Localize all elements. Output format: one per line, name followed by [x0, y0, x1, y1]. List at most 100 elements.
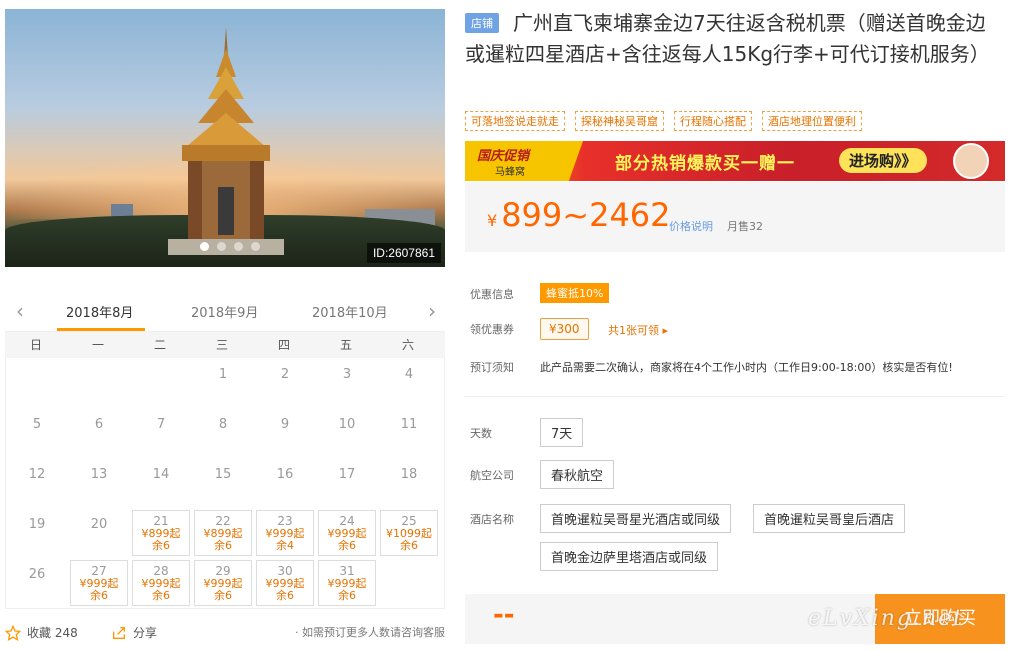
- carousel-dot[interactable]: [200, 242, 209, 251]
- day-number: 23: [277, 514, 293, 528]
- calendar-day: 16: [254, 458, 316, 508]
- airline-option[interactable]: 春秋航空: [540, 460, 615, 489]
- calendar-day: 6: [68, 408, 130, 458]
- feature-tag: 可落地签说走就走: [465, 111, 565, 131]
- hotel-label: 酒店名称: [470, 513, 514, 526]
- carousel-dot[interactable]: [251, 242, 260, 251]
- calendar-day: 9: [254, 408, 316, 458]
- calendar-day-available[interactable]: 28 ¥999起 余6: [132, 560, 190, 606]
- carousel-dots[interactable]: [200, 242, 260, 251]
- days-option[interactable]: 7天: [540, 418, 584, 447]
- calendar-day: 2: [254, 358, 316, 408]
- calendar-day-available[interactable]: 25 ¥1099起 余6: [380, 510, 438, 556]
- promo-cta-button[interactable]: 进场购》》: [839, 148, 927, 173]
- day-stock: 余6: [152, 539, 170, 552]
- day-number: 20: [90, 517, 108, 532]
- calendar-day: [130, 358, 192, 408]
- promo-banner[interactable]: 国庆促销 马蜂窝 部分热销爆款买一赠一 进场购》》: [465, 141, 1005, 181]
- price-explain-link[interactable]: 价格说明: [669, 218, 713, 234]
- chevron-left-icon[interactable]: ‹: [11, 301, 29, 321]
- carousel-dot[interactable]: [217, 242, 226, 251]
- total-price: --: [493, 600, 515, 630]
- day-number: 28: [153, 564, 169, 578]
- day-number: [68, 358, 130, 367]
- hotel-option[interactable]: 首晚金边萨里塔酒店或同级: [540, 542, 719, 571]
- product-hero-image[interactable]: ID:2607861: [5, 9, 445, 267]
- calendar-day: 26: [6, 558, 68, 608]
- calendar-day-available[interactable]: 30 ¥999起 余6: [256, 560, 314, 606]
- share-button[interactable]: 分享: [111, 624, 157, 641]
- day-number: 1: [218, 367, 228, 382]
- shop-badge: 店铺: [465, 13, 499, 33]
- coupon-label: 领优惠券: [470, 323, 514, 336]
- weekday-label: 一: [91, 338, 104, 352]
- day-number: [378, 558, 440, 567]
- calendar-day: 11: [378, 408, 440, 458]
- day-number: 12: [28, 467, 46, 482]
- share-label: 分享: [133, 626, 158, 640]
- tab-month-oct[interactable]: 2018年10月: [312, 302, 388, 321]
- calendar-day-available[interactable]: 23 ¥999起 余4: [256, 510, 314, 556]
- day-stock: 余6: [214, 589, 232, 602]
- price-range: ¥899~2462: [487, 196, 671, 234]
- contact-note: · 如需预订更多人数请咨询客服: [295, 626, 445, 639]
- day-stock: 余6: [152, 589, 170, 602]
- favorite-button[interactable]: 收藏 248: [5, 624, 78, 641]
- calendar-day-available[interactable]: 24 ¥999起 余6: [318, 510, 376, 556]
- day-stock: 余6: [338, 589, 356, 602]
- day-number: 11: [400, 417, 418, 432]
- coupon-more-link[interactable]: 共1张可领 ▸: [608, 322, 668, 338]
- calendar-day: 7: [130, 408, 192, 458]
- day-number: 10: [338, 417, 356, 432]
- weekday-label: 日: [29, 338, 42, 352]
- calendar-day: 15: [192, 458, 254, 508]
- day-stock: 余6: [338, 539, 356, 552]
- favorite-count: 收藏 248: [27, 626, 78, 640]
- day-number: 27: [91, 564, 107, 578]
- promo-brand-name: 马蜂窝: [495, 167, 525, 178]
- calendar-day: 3: [316, 358, 378, 408]
- promo-headline: 部分热销爆款买一赠一: [615, 154, 795, 174]
- promo-avatar: [953, 143, 989, 179]
- feature-tag: 行程随心搭配: [674, 111, 752, 131]
- day-number: 13: [90, 467, 108, 482]
- day-stock: 余6: [90, 589, 108, 602]
- star-icon: [5, 624, 21, 641]
- feature-tags: 可落地签说走就走 探秘神秘吴哥窟 行程随心搭配 酒店地理位置便利: [465, 111, 862, 131]
- weekday-label: 四: [277, 338, 290, 352]
- calendar-day-available[interactable]: 29 ¥999起 余6: [194, 560, 252, 606]
- carousel-dot[interactable]: [234, 242, 243, 251]
- day-number: 16: [276, 467, 294, 482]
- day-number: 2: [280, 367, 290, 382]
- day-number: 6: [94, 417, 104, 432]
- tab-month-aug[interactable]: 2018年8月: [66, 302, 133, 321]
- day-number: 7: [156, 417, 166, 432]
- day-number: 17: [338, 467, 356, 482]
- hotel-option[interactable]: 首晚暹粒吴哥星光酒店或同级: [540, 504, 732, 533]
- calendar-day: 10: [316, 408, 378, 458]
- calendar-day: [6, 358, 68, 408]
- day-stock: 余4: [276, 539, 294, 552]
- price-panel: ¥899~2462 价格说明 月售32: [465, 182, 1005, 252]
- day-number: 29: [215, 564, 231, 578]
- monthly-sales: 月售32: [727, 220, 763, 233]
- day-stock: 余6: [214, 539, 232, 552]
- hotel-option[interactable]: 首晚暹粒吴哥皇后酒店: [753, 504, 906, 533]
- chevron-right-icon[interactable]: ›: [423, 301, 441, 321]
- day-stock: 余6: [400, 539, 418, 552]
- calendar-day: 14: [130, 458, 192, 508]
- social-bar: 收藏 248 分享 · 如需预订更多人数请咨询客服: [5, 622, 445, 642]
- day-number: 24: [339, 514, 355, 528]
- day-number: 25: [401, 514, 417, 528]
- coupon-button[interactable]: ¥300: [540, 318, 589, 340]
- day-number: 14: [152, 467, 170, 482]
- date-calendar: ‹ 2018年8月 2018年9月 2018年10月 › 日一二三四五六 123…: [5, 296, 445, 609]
- calendar-day-available[interactable]: 22 ¥899起 余6: [194, 510, 252, 556]
- calendar-day: 19: [6, 508, 68, 558]
- day-number: [130, 358, 192, 367]
- tab-month-sep[interactable]: 2018年9月: [191, 302, 258, 321]
- monument-illustration: [168, 27, 284, 255]
- calendar-day-available[interactable]: 31 ¥999起 余6: [318, 560, 376, 606]
- calendar-day-available[interactable]: 21 ¥899起 余6: [132, 510, 190, 556]
- calendar-day-available[interactable]: 27 ¥999起 余6: [70, 560, 128, 606]
